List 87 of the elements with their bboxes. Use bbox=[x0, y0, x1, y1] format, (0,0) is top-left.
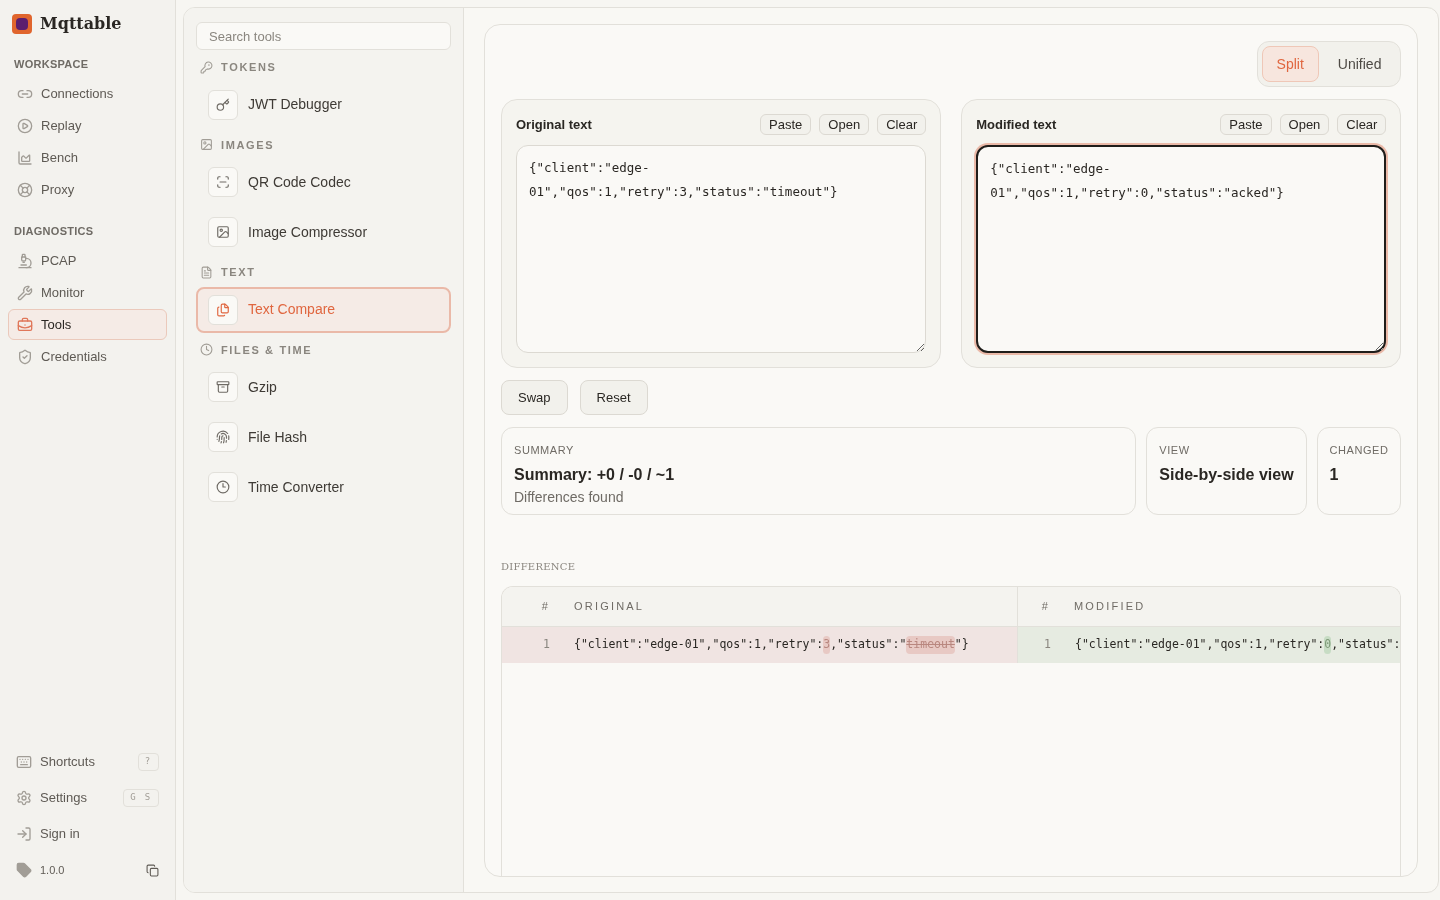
stat-label: SUMMARY bbox=[514, 443, 575, 458]
briefcase-icon bbox=[17, 316, 33, 333]
shield-icon bbox=[17, 348, 33, 365]
column-header: ORIGINAL bbox=[573, 599, 646, 615]
sign-in-icon bbox=[16, 826, 32, 842]
section-heading: DIAGNOSTICS bbox=[13, 223, 95, 239]
stat-value: Summary: +0 / -0 / ~1 bbox=[514, 464, 676, 485]
shortcut-key: ? bbox=[137, 753, 159, 771]
section-heading: WORKSPACE bbox=[13, 57, 90, 72]
settings-icon bbox=[16, 790, 32, 806]
nav-item[interactable]: Proxy bbox=[8, 174, 167, 206]
tool-icon bbox=[208, 294, 238, 325]
tool-icon bbox=[208, 167, 238, 197]
removed-text: 3 bbox=[823, 636, 831, 654]
microscope-icon bbox=[17, 252, 33, 269]
copy-icon[interactable] bbox=[146, 863, 159, 877]
logo-icon bbox=[12, 14, 32, 34]
wrench-icon bbox=[17, 284, 33, 301]
image-icon bbox=[200, 138, 213, 152]
added-text: 0 bbox=[1324, 636, 1332, 654]
stat-value: 1 bbox=[1329, 464, 1340, 485]
tool-item[interactable]: File Hash bbox=[196, 414, 451, 460]
group-heading: TEXT bbox=[221, 265, 256, 280]
column-header: # bbox=[540, 599, 551, 615]
column-header: MODIFIED bbox=[1073, 599, 1146, 615]
view-tab[interactable]: Unified bbox=[1322, 46, 1397, 82]
clock-icon bbox=[200, 343, 213, 357]
tool-icon bbox=[208, 217, 238, 247]
code-text: {"client":"edge-01","qos":1,"retry": bbox=[574, 636, 824, 654]
tool-item[interactable]: JWT Debugger bbox=[196, 81, 451, 128]
stat-label: CHANGED bbox=[1329, 443, 1389, 458]
footer-link[interactable]: Sign in bbox=[40, 824, 80, 844]
footer-link[interactable]: Settings bbox=[40, 788, 87, 808]
shortcut-key: G S bbox=[123, 789, 159, 807]
editor-action[interactable]: Open bbox=[819, 114, 870, 135]
tool-item[interactable]: Time Converter bbox=[196, 464, 451, 510]
tool-icon bbox=[208, 372, 238, 402]
stat-value: Side-by-side view bbox=[1159, 464, 1294, 485]
search-field[interactable]: Search tools bbox=[196, 22, 451, 50]
group-heading: IMAGES bbox=[221, 137, 275, 153]
key-icon bbox=[200, 60, 213, 74]
tag-icon bbox=[16, 862, 32, 878]
nav-item[interactable]: PCAP bbox=[8, 245, 167, 276]
removed-text: timeout bbox=[906, 636, 955, 654]
play-icon bbox=[17, 118, 33, 134]
editor-action[interactable]: Clear bbox=[877, 114, 927, 135]
diff-heading: DIFFERENCE bbox=[501, 560, 577, 574]
tool-icon bbox=[208, 422, 238, 452]
tool-icon bbox=[208, 89, 238, 120]
nav-item[interactable]: Replay bbox=[8, 110, 167, 142]
editor-action[interactable]: Clear bbox=[1337, 114, 1387, 135]
tool-item[interactable]: QR Code Codec bbox=[196, 159, 451, 205]
action-button[interactable]: Swap bbox=[501, 380, 568, 415]
nav-item[interactable]: Tools bbox=[8, 309, 167, 340]
text-area[interactable]: {"client":"edge-01","qos":1,"retry":3,"status":"timeout"} bbox=[516, 145, 927, 353]
tool-icon bbox=[208, 472, 238, 502]
text-area[interactable]: {"client":"edge-01","qos":1,"retry":0,"status":"acked"} bbox=[976, 145, 1387, 353]
code-text: "} bbox=[954, 636, 969, 654]
nav-item[interactable]: Credentials bbox=[8, 341, 167, 372]
editor-action[interactable]: Paste bbox=[760, 114, 812, 135]
column-header: # bbox=[1017, 587, 1062, 626]
nav-item[interactable]: Bench bbox=[8, 142, 167, 174]
editor-action[interactable]: Paste bbox=[1220, 114, 1272, 135]
nav-item[interactable]: Monitor bbox=[8, 277, 167, 308]
stat-note: Differences found bbox=[514, 487, 625, 507]
app-name: Mqttable bbox=[40, 13, 122, 35]
lifebuoy-icon bbox=[17, 182, 33, 198]
editor-action[interactable]: Open bbox=[1279, 114, 1330, 135]
line-number: 1 bbox=[1043, 636, 1052, 654]
stat-label: VIEW bbox=[1159, 443, 1191, 458]
keyboard-icon bbox=[16, 754, 32, 770]
chart-icon bbox=[17, 150, 33, 166]
editor-title: Modified text bbox=[976, 115, 1057, 134]
action-button[interactable]: Reset bbox=[579, 380, 648, 415]
group-heading: TOKENS bbox=[221, 60, 277, 75]
line-number: 1 bbox=[542, 636, 551, 654]
code-text: ,"status": bbox=[1331, 636, 1401, 654]
file-icon bbox=[200, 265, 213, 279]
tool-item[interactable]: Image Compressor bbox=[196, 209, 451, 255]
footer-link[interactable]: Shortcuts bbox=[40, 752, 95, 772]
version-text: 1.0.0 bbox=[40, 862, 65, 878]
group-heading: FILES & TIME bbox=[221, 342, 313, 358]
code-text: ,"status":" bbox=[830, 636, 907, 654]
nav-item[interactable]: Connections bbox=[8, 78, 167, 110]
tool-item[interactable]: Gzip bbox=[196, 364, 451, 410]
code-text: {"client":"edge-01","qos":1,"retry": bbox=[1075, 636, 1325, 654]
editor-title: Original text bbox=[516, 115, 592, 134]
